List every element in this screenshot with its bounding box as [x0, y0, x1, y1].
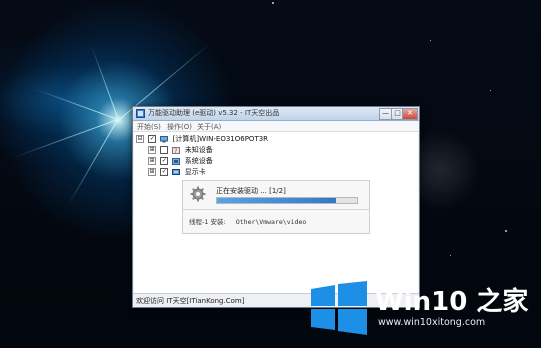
- star: [272, 2, 274, 4]
- thread-label: 线程-1 安装:: [189, 218, 226, 226]
- display-adapter-label: 显示卡: [184, 168, 206, 176]
- star: [430, 40, 431, 41]
- unknown-device-icon: ?: [172, 146, 181, 154]
- svg-text:?: ?: [175, 148, 178, 154]
- star: [490, 90, 491, 91]
- computer-icon: [160, 135, 169, 142]
- windows-logo-icon: [311, 281, 367, 335]
- install-progress-bar: [216, 197, 358, 204]
- unknown-devices-checkbox[interactable]: [160, 146, 169, 154]
- device-tree-panel: ⊟ ✓ [计算机]WIN-EO31O6POT3R ⊞ ? 未知设备 ⊞ ✓ 系统…: [134, 132, 418, 293]
- title-bar[interactable]: 万能驱动助理 (e驱动) v5.32 - IT天空出品 — □ ✕: [133, 107, 419, 121]
- install-progress-panel: 正在安装驱动 ... [1/2] 线程-1 安装: Other\Vmware\v…: [182, 180, 370, 234]
- window-title: 万能驱动助理 (e驱动) v5.32 - IT天空出品: [148, 109, 280, 117]
- menu-bar: 开始(S) 操作(O) 关于(A): [133, 121, 419, 132]
- light-ray: [90, 44, 119, 120]
- unknown-devices-label: 未知设备: [184, 146, 213, 154]
- tree-row-computer[interactable]: ⊟ ✓ [计算机]WIN-EO31O6POT3R: [136, 134, 268, 144]
- star: [505, 230, 507, 232]
- collapse-icon[interactable]: ⊟: [136, 135, 144, 143]
- tree-row-unknown-devices[interactable]: ⊞ ? 未知设备: [148, 145, 213, 155]
- tree-row-display-adapter[interactable]: ⊞ ✓ 显示卡: [148, 167, 206, 177]
- progress-fill: [217, 198, 336, 203]
- star: [450, 255, 451, 256]
- app-icon: [136, 109, 145, 118]
- computer-checkbox[interactable]: ✓: [148, 135, 157, 143]
- system-devices-checkbox[interactable]: ✓: [160, 157, 169, 165]
- light-ray: [67, 119, 118, 207]
- computer-label: [计算机]WIN-EO31O6POT3R: [172, 135, 269, 143]
- close-button[interactable]: ✕: [402, 108, 418, 120]
- light-ray: [33, 88, 119, 120]
- tree-row-system-devices[interactable]: ⊞ ✓ 系统设备: [148, 156, 213, 166]
- thread-path: Other\Vmware\video: [235, 218, 307, 226]
- install-status-text: 正在安装驱动 ... [1/2]: [216, 187, 286, 195]
- status-bar-text: 欢迎访问 IT天空[ITianKong.Com]: [136, 297, 245, 305]
- expand-icon[interactable]: ⊞: [148, 168, 156, 176]
- light-ray: [14, 119, 118, 158]
- driver-assistant-window: 万能驱动助理 (e驱动) v5.32 - IT天空出品 — □ ✕ 开始(S) …: [132, 106, 420, 308]
- expand-icon[interactable]: ⊞: [148, 146, 156, 154]
- divider: [183, 209, 369, 210]
- display-adapter-checkbox[interactable]: ✓: [160, 168, 169, 176]
- display-adapter-icon: [172, 168, 181, 175]
- watermark-name: Win10 之家: [375, 287, 529, 317]
- expand-icon[interactable]: ⊞: [148, 157, 156, 165]
- gear-icon: [190, 186, 206, 202]
- system-device-icon: [172, 157, 181, 165]
- watermark-url: www.win10xitong.com: [378, 317, 486, 328]
- menu-about[interactable]: 关于(A): [197, 122, 221, 132]
- thread-status: 线程-1 安装: Other\Vmware\video: [189, 216, 306, 226]
- system-devices-label: 系统设备: [184, 157, 213, 165]
- menu-start[interactable]: 开始(S): [137, 122, 161, 132]
- menu-operate[interactable]: 操作(O): [167, 122, 192, 132]
